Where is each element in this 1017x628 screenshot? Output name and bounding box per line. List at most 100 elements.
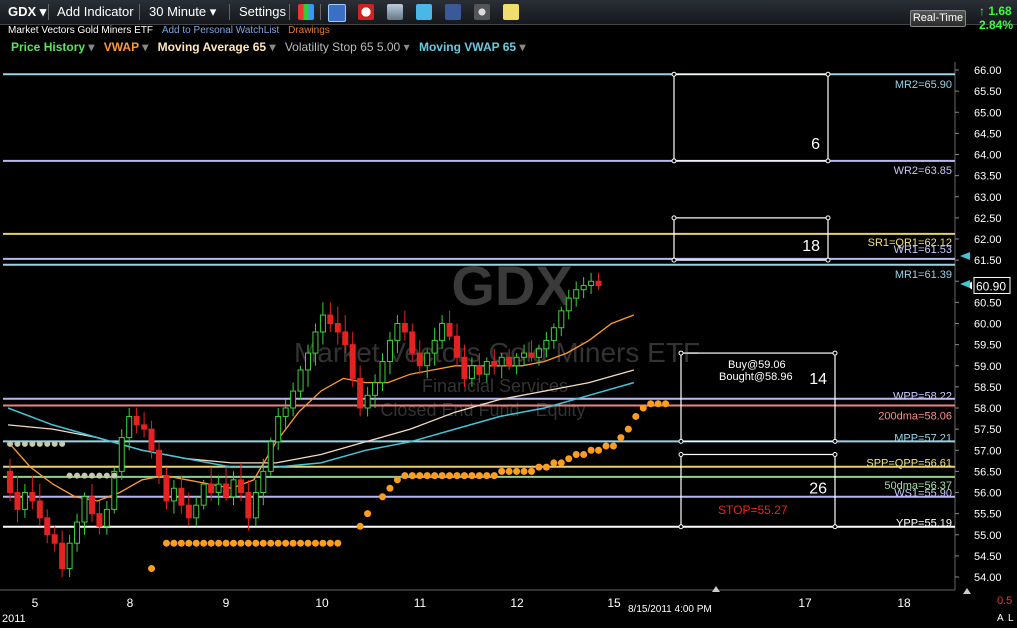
volatility-stop-dot bbox=[14, 440, 21, 447]
volatility-stop-dot bbox=[274, 539, 282, 547]
level-label: MR1=61.39 bbox=[895, 269, 952, 281]
candle-body bbox=[506, 356, 513, 367]
candle-body bbox=[59, 542, 66, 570]
candle-body bbox=[565, 297, 572, 312]
candle-body bbox=[424, 352, 431, 367]
y-tick-label: 63.50 bbox=[974, 171, 1002, 183]
level-label: WPP=58.22 bbox=[893, 391, 952, 403]
candle-body bbox=[66, 542, 73, 570]
candle-body bbox=[141, 424, 148, 430]
volatility-stop-dot bbox=[393, 476, 401, 484]
y-tick-label: 65.00 bbox=[974, 107, 1002, 119]
volatility-stop-dot bbox=[408, 472, 416, 480]
x-tick-label: 11 bbox=[414, 596, 427, 610]
candle-body bbox=[170, 487, 177, 502]
y-tick-label: 59.50 bbox=[974, 340, 1002, 352]
time-marker bbox=[712, 586, 720, 592]
volatility-stop-dot bbox=[513, 467, 521, 475]
candle-body bbox=[491, 361, 498, 367]
buy-note: Buy@59.06 bbox=[728, 359, 786, 371]
y-tick-label: 65.50 bbox=[974, 86, 1002, 98]
candle-body bbox=[543, 339, 550, 350]
candle-body bbox=[476, 365, 483, 375]
y-tick-label: 66.00 bbox=[974, 65, 1002, 77]
volatility-stop-dot bbox=[88, 472, 95, 479]
candle-body bbox=[483, 361, 490, 375]
box-handle bbox=[832, 524, 838, 530]
volatility-stop-dot bbox=[334, 539, 342, 547]
candle-body bbox=[133, 415, 140, 426]
y-tick-label: 62.00 bbox=[974, 234, 1002, 246]
volatility-stop-dot bbox=[259, 539, 267, 547]
candle-body bbox=[215, 483, 222, 493]
vwap-pointer bbox=[960, 280, 970, 288]
y-tick-label: 54.00 bbox=[974, 572, 1002, 584]
volatility-stop-dot bbox=[192, 539, 200, 547]
x-tick-label: 12 bbox=[510, 596, 524, 610]
y-tick-label: 57.50 bbox=[974, 424, 1002, 436]
volatility-stop-dot bbox=[624, 425, 632, 433]
corner-value: 0.5 bbox=[997, 595, 1012, 607]
candle-body bbox=[513, 356, 520, 367]
volatility-stop-dot bbox=[170, 539, 178, 547]
candle-body bbox=[252, 492, 259, 519]
volatility-stop-dot bbox=[222, 539, 230, 547]
y-tick-label: 56.00 bbox=[974, 488, 1002, 500]
candle-body bbox=[349, 344, 356, 379]
candle-body bbox=[312, 331, 319, 354]
volatility-stop-dot bbox=[542, 463, 550, 471]
y-tick-label: 60.00 bbox=[974, 319, 1002, 331]
candle-body bbox=[7, 470, 13, 493]
candle-body bbox=[193, 504, 200, 519]
volatility-stop-dot bbox=[111, 472, 118, 479]
volatility-stop-dot bbox=[356, 522, 364, 530]
candle-body bbox=[386, 339, 393, 363]
volatility-stop-dot bbox=[632, 412, 640, 420]
volatility-stop-dot bbox=[282, 539, 290, 547]
volatility-stop-dot bbox=[654, 400, 662, 408]
volatility-stop-dot bbox=[230, 539, 237, 547]
candle-body bbox=[178, 487, 185, 506]
volatility-stop-dot bbox=[662, 400, 670, 408]
volatility-stop-dot bbox=[386, 484, 394, 492]
volatility-stop-dot bbox=[289, 539, 297, 547]
box-handle bbox=[832, 438, 838, 444]
volatility-stop-dot bbox=[267, 539, 275, 547]
y-tick-label: 59.00 bbox=[974, 361, 1002, 373]
target-box bbox=[673, 73, 829, 162]
box-handle bbox=[832, 350, 838, 356]
volatility-stop-dot bbox=[490, 472, 498, 480]
level-label: MR2=65.90 bbox=[895, 79, 952, 91]
candle-body bbox=[267, 441, 274, 472]
box-handle bbox=[678, 451, 684, 457]
price-chart[interactable]: GDXMarket Vectors Gold Miners ETFFinanci… bbox=[0, 0, 1017, 628]
candle-body bbox=[580, 284, 587, 291]
volatility-stop-dot bbox=[304, 539, 312, 547]
candle-body bbox=[126, 415, 133, 439]
candle-body bbox=[439, 323, 446, 341]
candle-body bbox=[200, 483, 207, 506]
volatility-stop-dot bbox=[66, 472, 73, 479]
box-handle bbox=[832, 451, 838, 457]
candle-body bbox=[44, 517, 51, 536]
candle-body bbox=[573, 289, 580, 299]
candle-body bbox=[595, 280, 602, 286]
volatility-stop-dot bbox=[639, 404, 647, 412]
volatility-stop-dot bbox=[446, 472, 454, 480]
candle-body bbox=[208, 483, 215, 493]
y-tick-label: 61.50 bbox=[974, 255, 1002, 267]
volatility-stop-dot bbox=[96, 472, 103, 479]
volatility-stop-dot bbox=[237, 539, 245, 547]
volatility-stop-dot bbox=[535, 463, 543, 471]
box-count-label: 18 bbox=[802, 238, 820, 255]
candle-body bbox=[498, 356, 505, 367]
y-tick-label: 58.50 bbox=[974, 382, 1002, 394]
candle-body bbox=[468, 365, 475, 379]
box-handle bbox=[678, 438, 684, 444]
volatility-stop-dot bbox=[617, 434, 625, 442]
y-tick-label: 56.50 bbox=[974, 466, 1002, 478]
candle-body bbox=[372, 382, 379, 396]
candle-body bbox=[521, 352, 528, 358]
x-tick-label: 18 bbox=[897, 596, 911, 610]
candle-body bbox=[290, 390, 297, 409]
